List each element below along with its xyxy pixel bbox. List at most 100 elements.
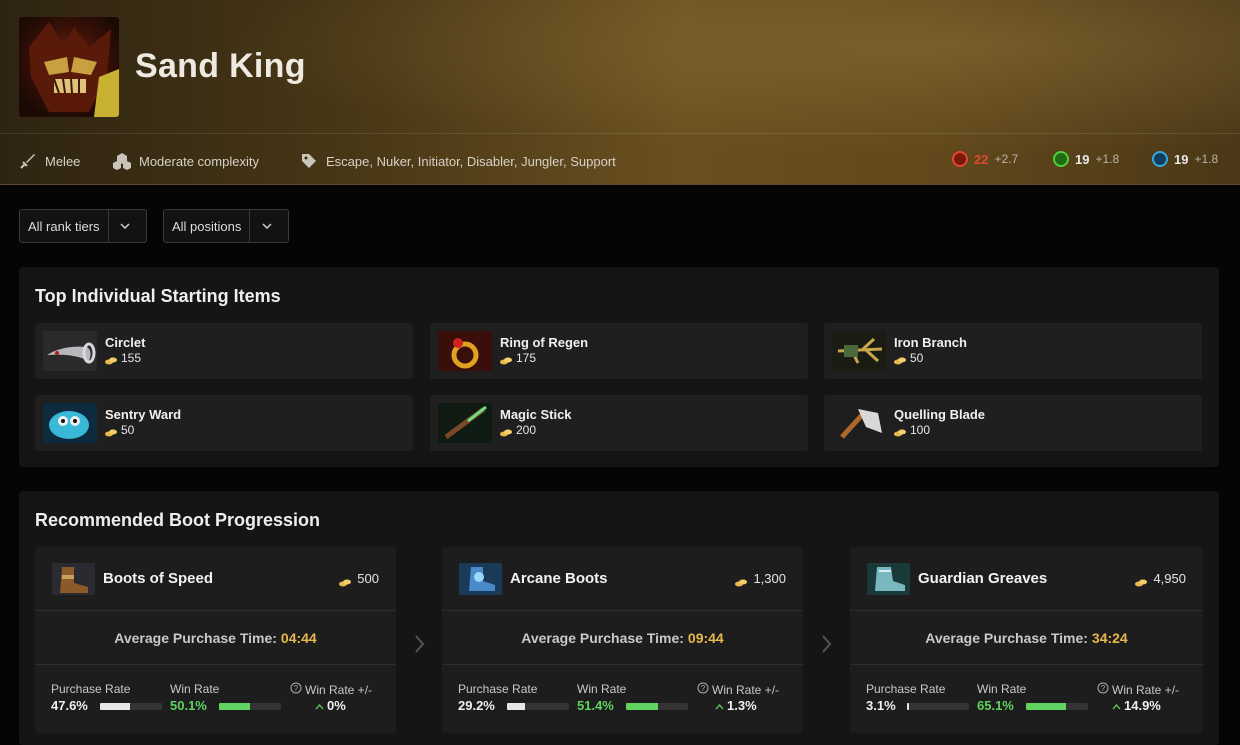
quelling-blade-icon <box>832 403 886 443</box>
item-cost-value: 200 <box>516 423 537 437</box>
gold-coin-icon <box>105 426 117 437</box>
gold-coin-icon <box>105 354 117 365</box>
purchase-rate-fill <box>100 703 130 710</box>
help-icon[interactable]: ? <box>697 682 709 697</box>
boot-progression-panel: Recommended Boot Progression Boots of Sp… <box>19 491 1219 745</box>
attack-type-label: Melee <box>45 153 81 169</box>
intelligence-gain: +1.8 <box>1194 152 1219 166</box>
win-rate-label: Win Rate <box>977 682 1027 696</box>
strength-icon <box>952 151 968 167</box>
svg-text:?: ? <box>1101 684 1106 693</box>
boot-card-arcane-boots[interactable]: Arcane Boots 1,300 Average Purchase Time… <box>442 547 803 733</box>
item-cost-value: 50 <box>121 423 135 437</box>
win-rate-bar <box>1026 703 1088 710</box>
item-name: Ring of Regen <box>500 335 589 350</box>
win-rate-delta-text: Win Rate +/- <box>1112 682 1180 697</box>
chevron-down-icon <box>109 210 142 242</box>
help-icon[interactable]: ? <box>1097 682 1109 697</box>
item-name: Circlet <box>105 335 146 350</box>
boot-progression-title: Recommended Boot Progression <box>35 510 321 530</box>
agility-gain: +1.8 <box>1095 152 1120 166</box>
win-rate-delta-label: ? Win Rate +/- <box>697 682 779 697</box>
item-cost-value: 155 <box>121 351 142 365</box>
complexity-icon <box>113 152 131 170</box>
svg-text:?: ? <box>294 684 299 693</box>
item-cost-value: 100 <box>910 423 931 437</box>
boot-card-boots-of-speed[interactable]: Boots of Speed 500 Average Purchase Time… <box>35 547 396 733</box>
avg-purchase-time: Average Purchase Time: 34:24 <box>850 611 1203 665</box>
magic-stick-icon <box>438 403 492 443</box>
starting-items-title: Top Individual Starting Items <box>35 286 281 306</box>
avg-time-value: 04:44 <box>280 629 317 646</box>
boot-cost: 4,950 <box>1135 571 1186 586</box>
intelligence-base: 19 <box>1174 151 1189 167</box>
starting-items-panel: Top Individual Starting Items Circlet 15… <box>19 267 1219 467</box>
complexity-label: Moderate complexity <box>139 153 259 169</box>
item-name: Magic Stick <box>500 407 572 422</box>
boot-cost: 500 <box>339 571 379 586</box>
purchase-rate-bar <box>507 703 569 710</box>
position-dropdown[interactable]: All positions <box>163 209 289 243</box>
hero-header: Sand King Melee Moderate complexity Esca… <box>0 0 1240 185</box>
item-name: Quelling Blade <box>894 407 986 422</box>
gold-coin-icon <box>500 426 512 437</box>
win-rate-delta: 0% <box>315 698 346 713</box>
avg-time-value: 34:24 <box>1091 629 1128 646</box>
rank-tier-dropdown[interactable]: All rank tiers <box>19 209 147 243</box>
sword-icon <box>19 152 37 170</box>
guardian-greaves-icon <box>867 563 910 595</box>
win-rate-bar <box>626 703 688 710</box>
roles-label: Escape, Nuker, Initiator, Disabler, Jung… <box>326 153 616 169</box>
boot-header: Guardian Greaves 4,950 <box>850 547 1203 611</box>
item-cost: 175 <box>500 351 536 365</box>
boot-cost: 1,300 <box>735 571 786 586</box>
win-rate-fill <box>1026 703 1067 710</box>
boot-header: Boots of Speed 500 <box>35 547 396 611</box>
purchase-rate-bar <box>907 703 969 710</box>
item-card-ring-of-regen[interactable]: Ring of Regen 175 <box>430 323 808 379</box>
item-card-circlet[interactable]: Circlet 155 <box>35 323 413 379</box>
gold-coin-icon <box>735 575 748 586</box>
item-name: Sentry Ward <box>105 407 182 422</box>
circlet-icon <box>43 331 97 371</box>
avg-time-label: Average Purchase Time: <box>521 629 684 646</box>
win-rate-fill <box>219 703 251 710</box>
purchase-rate-value: 29.2% <box>458 698 495 713</box>
position-value: All positions <box>164 210 251 242</box>
purchase-rate-fill <box>907 703 909 710</box>
gold-coin-icon <box>894 354 906 365</box>
agility-stat: 19 +1.8 <box>1053 151 1119 167</box>
item-cost-value: 175 <box>516 351 537 365</box>
boot-card-guardian-greaves[interactable]: Guardian Greaves 4,950 Average Purchase … <box>850 547 1203 733</box>
boot-cost-value: 500 <box>357 571 379 586</box>
win-rate-delta-text: Win Rate +/- <box>305 682 373 697</box>
intelligence-icon <box>1152 151 1168 167</box>
item-card-iron-branch[interactable]: Iron Branch 50 <box>824 323 1202 379</box>
help-icon[interactable]: ? <box>290 682 302 697</box>
strength-base: 22 <box>974 151 989 167</box>
iron-branch-icon <box>832 331 886 371</box>
win-rate-delta-value: 14.9% <box>1124 698 1161 713</box>
purchase-rate-label: Purchase Rate <box>866 682 946 696</box>
caret-up-icon <box>315 698 324 713</box>
strength-stat: 22 +2.7 <box>952 151 1018 167</box>
purchase-rate-value: 47.6% <box>51 698 88 713</box>
strength-gain: +2.7 <box>994 152 1019 166</box>
sentry-ward-icon <box>43 403 97 443</box>
item-card-magic-stick[interactable]: Magic Stick 200 <box>430 395 808 451</box>
rank-tier-value: All rank tiers <box>20 210 109 242</box>
win-rate-label: Win Rate <box>170 682 220 696</box>
win-rate-bar <box>219 703 281 710</box>
ring-of-regen-icon <box>438 331 492 371</box>
boot-cost-value: 1,300 <box>753 571 786 586</box>
purchase-rate-bar <box>100 703 162 710</box>
item-cost-value: 50 <box>910 351 924 365</box>
gold-coin-icon <box>339 575 352 586</box>
agility-base: 19 <box>1075 151 1090 167</box>
chevron-right-icon <box>412 634 426 654</box>
item-card-quelling-blade[interactable]: Quelling Blade 100 <box>824 395 1202 451</box>
win-rate-value: 51.4% <box>577 698 614 713</box>
item-cost: 155 <box>105 351 141 365</box>
item-card-sentry-ward[interactable]: Sentry Ward 50 <box>35 395 413 451</box>
win-rate-label: Win Rate <box>577 682 627 696</box>
